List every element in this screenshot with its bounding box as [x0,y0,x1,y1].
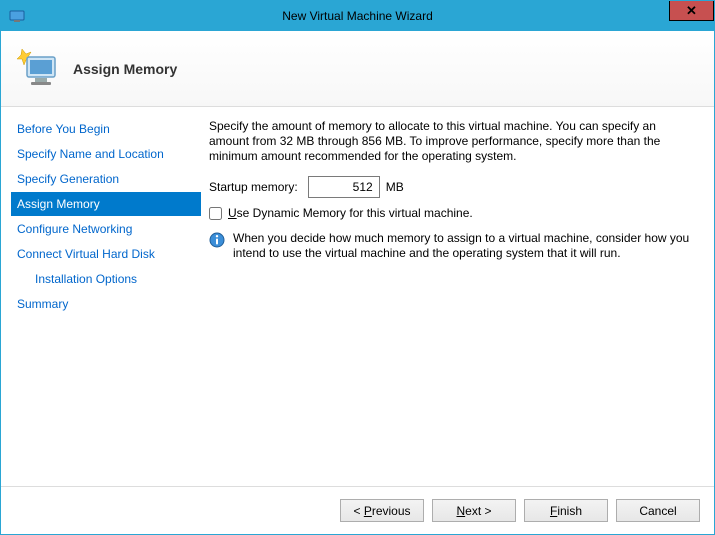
info-row: When you decide how much memory to assig… [209,231,696,261]
finish-button[interactable]: Finish [524,499,608,522]
nav-assign-memory[interactable]: Assign Memory [11,192,201,216]
cancel-button[interactable]: Cancel [616,499,700,522]
wizard-window: New Virtual Machine Wizard ✕ Assign Memo… [0,0,715,535]
close-button[interactable]: ✕ [669,1,714,21]
wizard-header: Assign Memory [1,31,714,107]
page-title: Assign Memory [73,61,177,77]
window-title: New Virtual Machine Wizard [1,9,714,23]
dynamic-memory-label[interactable]: Use Dynamic Memory for this virtual mach… [228,206,473,221]
nav-connect-vhd[interactable]: Connect Virtual Hard Disk [11,242,201,266]
wizard-content: Specify the amount of memory to allocate… [201,107,714,486]
wizard-footer: < Previous Next > Finish Cancel [1,486,714,534]
nav-before-you-begin[interactable]: Before You Begin [11,117,201,141]
nav-configure-networking[interactable]: Configure Networking [11,217,201,241]
info-text: When you decide how much memory to assig… [233,231,696,261]
app-icon [9,8,25,24]
dynamic-memory-checkbox[interactable] [209,207,222,220]
close-icon: ✕ [686,3,697,19]
startup-memory-row: Startup memory: MB [209,176,696,198]
next-button[interactable]: Next > [432,499,516,522]
startup-memory-label: Startup memory: [209,180,298,195]
nav-specify-name-location[interactable]: Specify Name and Location [11,142,201,166]
wizard-header-icon [13,45,61,93]
info-icon [209,232,225,248]
memory-description: Specify the amount of memory to allocate… [209,119,696,164]
nav-installation-options[interactable]: Installation Options [11,267,201,291]
nav-specify-generation[interactable]: Specify Generation [11,167,201,191]
dynamic-memory-row: Use Dynamic Memory for this virtual mach… [209,206,696,221]
startup-memory-input[interactable] [308,176,380,198]
wizard-body: Before You Begin Specify Name and Locati… [1,107,714,486]
startup-memory-unit: MB [386,180,404,195]
previous-button[interactable]: < Previous [340,499,424,522]
titlebar: New Virtual Machine Wizard ✕ [1,1,714,31]
wizard-nav: Before You Begin Specify Name and Locati… [1,107,201,486]
nav-summary[interactable]: Summary [11,292,201,316]
